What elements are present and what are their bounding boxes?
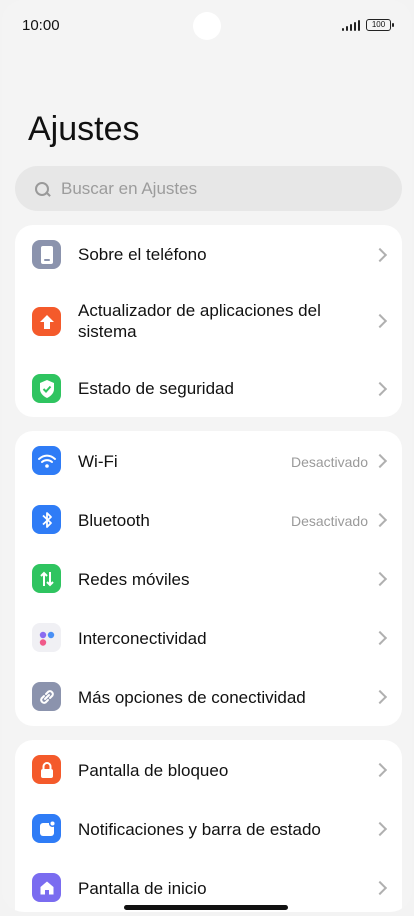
camera-cutout — [193, 12, 221, 40]
settings-item-label: Redes móviles — [78, 570, 190, 589]
settings-item-about-phone[interactable]: Sobre el teléfono — [15, 225, 402, 283]
settings-group-display: Pantalla de bloqueo Notificaciones y bar… — [15, 740, 402, 912]
search-icon — [35, 181, 49, 196]
chevron-right-icon — [372, 821, 388, 837]
settings-item-bluetooth[interactable]: Bluetooth Desactivado — [15, 490, 402, 549]
update-arrow-icon — [32, 307, 61, 336]
chevron-right-icon — [372, 453, 388, 469]
settings-item-label: Estado de seguridad — [78, 379, 234, 398]
bluetooth-icon — [32, 505, 61, 534]
settings-group-device: Sobre el teléfono Actualizador de aplica… — [15, 225, 402, 417]
chevron-right-icon — [372, 762, 388, 778]
settings-item-more-connectivity[interactable]: Más opciones de conectividad — [15, 667, 402, 726]
mobile-data-icon — [32, 564, 61, 593]
settings-item-label: Wi-Fi — [78, 452, 118, 471]
wifi-status: Desactivado — [290, 454, 368, 470]
settings-group-connectivity: Wi-Fi Desactivado Bluetooth Desactivado … — [15, 431, 402, 726]
home-icon — [32, 873, 61, 902]
settings-item-label: Actualizador de aplicaciones del sistema — [78, 301, 321, 341]
search-bar[interactable]: Buscar en Ajustes — [15, 166, 402, 211]
home-indicator[interactable] — [124, 905, 288, 910]
chevron-right-icon — [372, 381, 388, 397]
lock-icon — [32, 755, 61, 784]
settings-item-label: Más opciones de conectividad — [78, 688, 306, 707]
chevron-right-icon — [372, 880, 388, 896]
notification-icon — [32, 814, 61, 843]
status-time: 10:00 — [22, 17, 60, 34]
settings-item-wifi[interactable]: Wi-Fi Desactivado — [15, 431, 402, 490]
settings-item-interconnectivity[interactable]: Interconectividad — [15, 608, 402, 667]
chevron-right-icon — [372, 689, 388, 705]
signal-icon — [342, 20, 360, 31]
chevron-right-icon — [372, 313, 388, 329]
settings-item-security-status[interactable]: Estado de seguridad — [15, 359, 402, 417]
settings-item-notifications[interactable]: Notificaciones y barra de estado — [15, 799, 402, 858]
settings-item-system-app-updater[interactable]: Actualizador de aplicaciones del sistema — [15, 283, 402, 359]
settings-screen: 10:00 100 Ajustes Buscar en Ajustes Sobr… — [2, 0, 412, 912]
wifi-icon — [32, 446, 61, 475]
chevron-right-icon — [372, 512, 388, 528]
settings-item-mobile-networks[interactable]: Redes móviles — [15, 549, 402, 608]
battery-icon: 100 — [366, 19, 394, 31]
settings-item-lock-screen[interactable]: Pantalla de bloqueo — [15, 740, 402, 799]
interconnect-icon — [32, 623, 61, 652]
bluetooth-status: Desactivado — [290, 513, 368, 529]
chevron-right-icon — [372, 247, 388, 263]
settings-item-label: Sobre el teléfono — [78, 245, 207, 264]
link-icon — [32, 682, 61, 711]
settings-item-label: Pantalla de bloqueo — [78, 761, 229, 780]
phone-icon — [32, 240, 61, 269]
settings-item-label: Notificaciones y barra de estado — [78, 820, 321, 839]
shield-check-icon — [32, 374, 61, 403]
settings-item-label: Bluetooth — [78, 511, 150, 530]
status-bar: 10:00 100 — [2, 0, 412, 52]
page-title: Ajustes — [28, 110, 140, 148]
settings-item-label: Pantalla de inicio — [78, 879, 207, 898]
settings-item-home-screen[interactable]: Pantalla de inicio — [15, 858, 402, 912]
chevron-right-icon — [372, 571, 388, 587]
settings-item-label: Interconectividad — [78, 629, 207, 648]
chevron-right-icon — [372, 630, 388, 646]
search-placeholder: Buscar en Ajustes — [61, 178, 198, 198]
